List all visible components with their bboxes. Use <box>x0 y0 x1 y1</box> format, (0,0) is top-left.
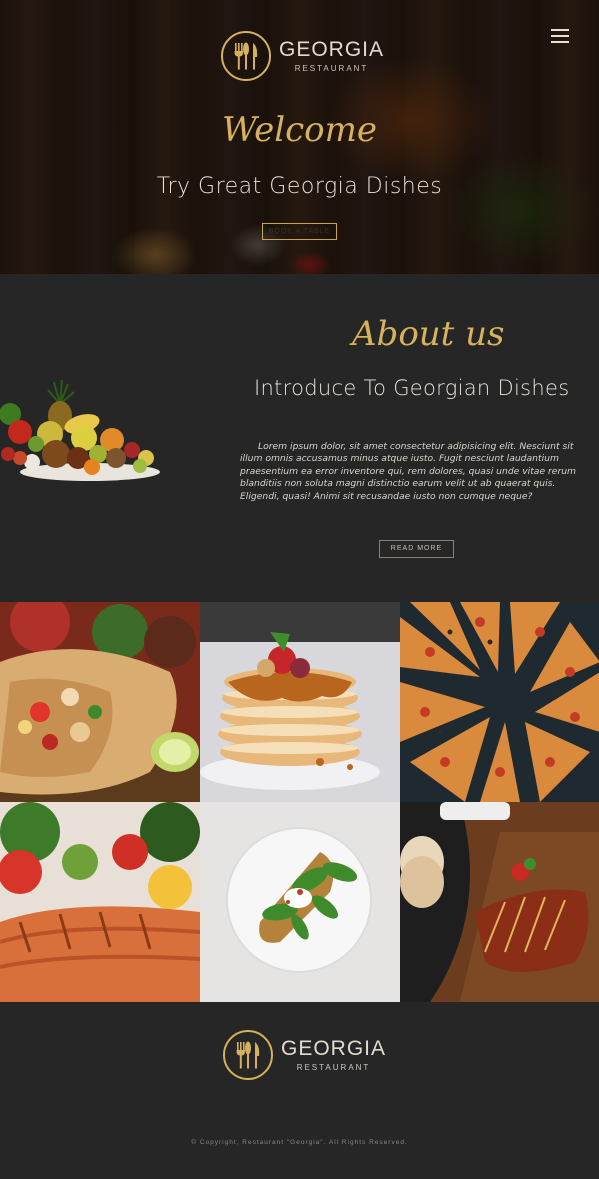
about-title: About us <box>352 314 505 354</box>
footer-logo[interactable]: GEORGIA RESTAURANT <box>223 1030 386 1080</box>
about-text: Lorem ipsum dolor, sit amet consectetur … <box>240 441 576 502</box>
footer: GEORGIA RESTAURANT © Copyright, Restaura… <box>0 1002 599 1179</box>
logo-subtitle: RESTAURANT <box>294 64 369 73</box>
gallery-image-avocado-toast[interactable] <box>200 802 400 1002</box>
footer-logo-name: GEORGIA <box>281 1037 387 1060</box>
copyright-text: © Copyright, Restaurant "Georgia". All R… <box>191 1139 408 1146</box>
header-logo[interactable]: GEORGIA RESTAURANT <box>221 31 384 81</box>
about-section: About us Introduce To Georgian Dishes Lo… <box>0 274 599 602</box>
gallery-image-pizza[interactable] <box>400 602 599 802</box>
read-more-button[interactable]: READ MORE <box>379 540 454 558</box>
gallery-image-grilled-meat[interactable] <box>400 802 599 1002</box>
food-gallery <box>0 602 599 1002</box>
gallery-image-pancakes[interactable] <box>200 602 400 802</box>
about-subtitle: Introduce To Georgian Dishes <box>254 376 570 400</box>
hamburger-menu-icon[interactable] <box>551 29 569 43</box>
gallery-image-salmon[interactable] <box>0 802 200 1002</box>
hero-section: GEORGIA RESTAURANT Welcome Try Great Geo… <box>0 0 599 274</box>
hero-subtitle: Try Great Georgia Dishes <box>156 174 443 199</box>
footer-logo-subtitle: RESTAURANT <box>296 1063 371 1072</box>
cutlery-icon <box>223 1030 273 1080</box>
logo-name: GEORGIA <box>279 38 385 61</box>
gallery-image-burrito[interactable] <box>0 602 200 802</box>
fruit-basket-image <box>0 379 160 481</box>
hero-welcome: Welcome <box>221 110 378 150</box>
cutlery-icon <box>221 31 271 81</box>
hero-button[interactable]: BOOK A TABLE <box>262 223 337 240</box>
